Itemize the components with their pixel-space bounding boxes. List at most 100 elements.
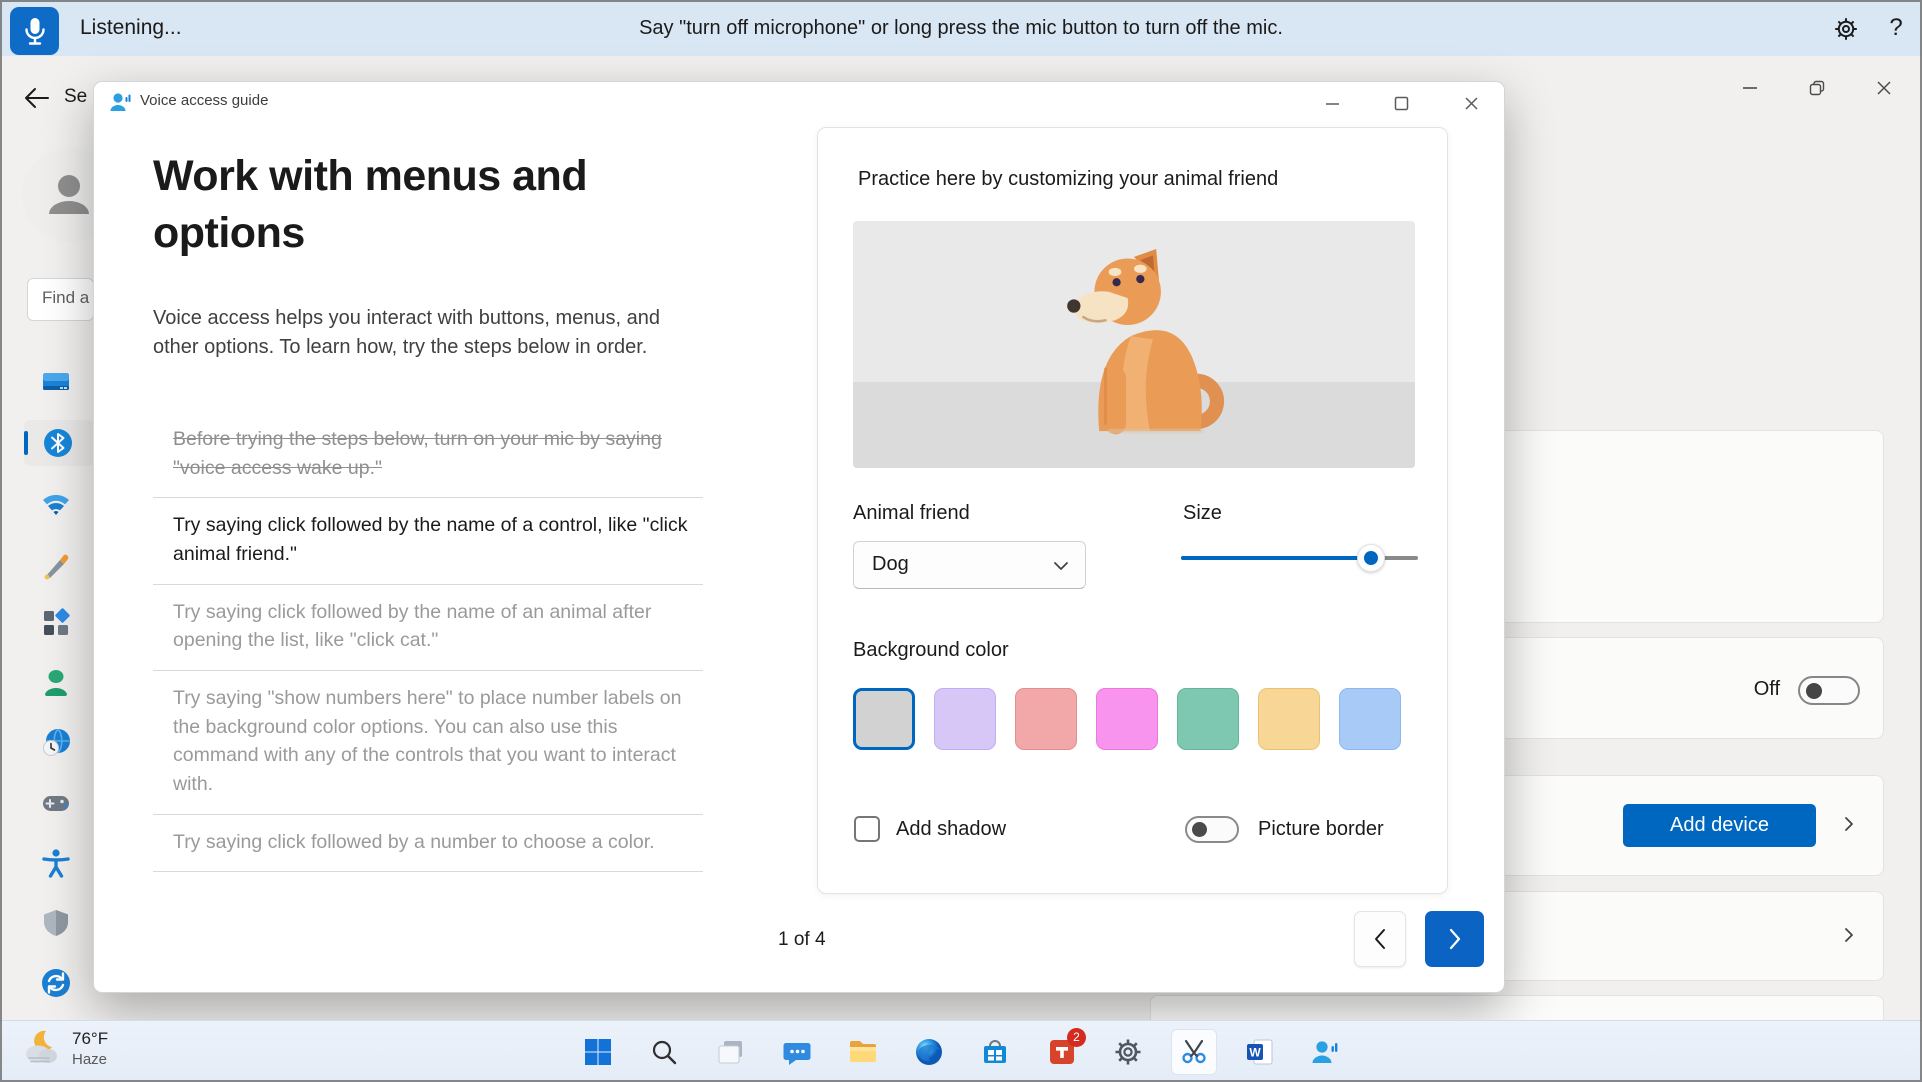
color-swatch-salmon[interactable] [1015,688,1077,750]
guide-steps-list: Before trying the steps below, turn on y… [153,412,703,872]
dropdown-value: Dog [872,553,909,576]
sidebar-item-accounts[interactable] [40,667,72,699]
task-view-button[interactable] [708,1029,754,1075]
sidebar-item-apps[interactable] [40,607,72,639]
size-label: Size [1183,502,1222,525]
settings-restore-button[interactable] [1800,72,1834,104]
dialog-titlebar: Voice access guide [94,82,1504,122]
search-button[interactable] [641,1029,687,1075]
word-button[interactable]: W [1237,1029,1283,1075]
sidebar-item-network[interactable] [40,488,72,520]
color-swatch-gray[interactable] [853,688,915,750]
animal-preview [853,221,1415,468]
toggle-knob [1806,683,1822,699]
settings-minimize-button[interactable] [1733,72,1767,104]
settings-app-button[interactable] [1105,1029,1151,1075]
voice-status: Listening... [80,0,182,56]
sidebar-item-time-language[interactable] [40,727,72,759]
taskbar-weather-widget[interactable]: 76°F Haze [20,1027,108,1069]
windows-logo-icon [583,1037,613,1067]
color-swatch-teal[interactable] [1177,688,1239,750]
next-page-button[interactable] [1425,911,1484,967]
svg-text:W: W [1249,1046,1261,1060]
animal-friend-dropdown[interactable]: Dog [853,541,1086,589]
practice-title: Practice here by customizing your animal… [858,168,1278,191]
size-slider[interactable] [1181,544,1418,572]
office-app-button[interactable]: 2 [1039,1029,1085,1075]
picture-border-label: Picture border [1258,818,1384,841]
chat-icon [782,1037,812,1067]
microphone-button[interactable] [10,7,59,55]
add-device-button[interactable]: Add device [1623,804,1816,847]
voice-settings-gear-icon[interactable] [1830,13,1862,45]
back-arrow-icon[interactable] [22,84,56,114]
guide-step-1: Before trying the steps below, turn on y… [153,412,703,498]
settings-title: Se [64,86,87,108]
file-explorer-button[interactable] [840,1029,886,1075]
start-button[interactable] [575,1029,621,1075]
bluetooth-icon [42,427,74,459]
previous-page-button[interactable] [1354,911,1406,967]
settings-search-placeholder: Find a [42,288,93,308]
weather-condition: Haze [72,1051,108,1068]
settings-search-input[interactable]: Find a [27,278,94,321]
edge-browser-button[interactable] [906,1029,952,1075]
background-color-options [853,688,1401,752]
guide-step-3: Try saying click followed by the name of… [153,585,703,671]
sidebar-item-windows-update[interactable] [40,967,72,999]
dialog-maximize-button[interactable] [1383,86,1419,120]
voice-hint: Say "turn off microphone" or long press … [300,0,1622,56]
store-icon [980,1037,1010,1067]
voice-help-icon[interactable]: ? [1880,13,1912,45]
dialog-title: Voice access guide [140,92,268,109]
word-icon: W [1245,1037,1275,1067]
add-shadow-checkbox[interactable] [854,816,880,842]
screen: Se Find a [0,0,1922,1082]
taskbar: 76°F Haze 2 [0,1020,1922,1082]
guide-step-2: Try saying click followed by the name of… [153,498,703,584]
edge-icon [914,1037,944,1067]
voice-access-button[interactable] [1301,1029,1347,1075]
settings-toggle-off[interactable] [1798,676,1860,705]
color-swatch-peach[interactable] [1258,688,1320,750]
background-color-label: Background color [853,639,1009,662]
chevron-right-icon[interactable] [1840,926,1860,946]
guide-step-5: Try saying click followed by a number to… [153,815,703,873]
guide-intro: Voice access helps you interact with but… [153,304,701,363]
sidebar-item-bluetooth[interactable] [24,420,94,466]
slider-fill [1181,556,1371,560]
microphone-icon [22,16,48,46]
snipping-tool-button[interactable] [1171,1029,1217,1075]
snipping-tool-icon [1179,1037,1209,1067]
folder-icon [847,1036,879,1068]
sidebar-item-gaming[interactable] [40,787,72,819]
voice-access-bar: Listening... Say "turn off microphone" o… [0,0,1922,56]
slider-thumb[interactable] [1357,544,1385,572]
voice-access-guide-dialog: Voice access guide Work with menus and o… [93,81,1505,993]
picture-border-toggle[interactable] [1185,816,1239,843]
guide-step-4: Try saying "show numbers here" to place … [153,671,703,815]
sidebar-item-personalization[interactable] [40,548,72,580]
color-swatch-lavender[interactable] [934,688,996,750]
voice-access-icon [1309,1037,1339,1067]
chat-button[interactable] [774,1029,820,1075]
color-swatch-blue[interactable] [1339,688,1401,750]
gear-icon [1113,1037,1143,1067]
chevron-right-icon[interactable] [1840,815,1860,835]
add-shadow-label: Add shadow [896,818,1006,841]
sidebar-item-privacy[interactable] [40,907,72,939]
sidebar-item-system[interactable] [40,367,72,399]
color-swatch-pink[interactable] [1096,688,1158,750]
selected-indicator [24,431,28,455]
chevron-down-icon [1053,559,1069,577]
task-view-icon [716,1037,746,1067]
page-indicator: 1 of 4 [778,929,826,951]
dialog-minimize-button[interactable] [1314,86,1350,120]
dialog-close-button[interactable] [1453,86,1489,120]
toggle-state-label: Off [1690,678,1780,701]
sidebar-item-accessibility[interactable] [40,847,72,879]
guide-heading: Work with menus and options [153,148,593,262]
practice-panel: Practice here by customizing your animal… [817,127,1448,894]
settings-close-button[interactable] [1867,72,1901,104]
store-button[interactable] [972,1029,1018,1075]
